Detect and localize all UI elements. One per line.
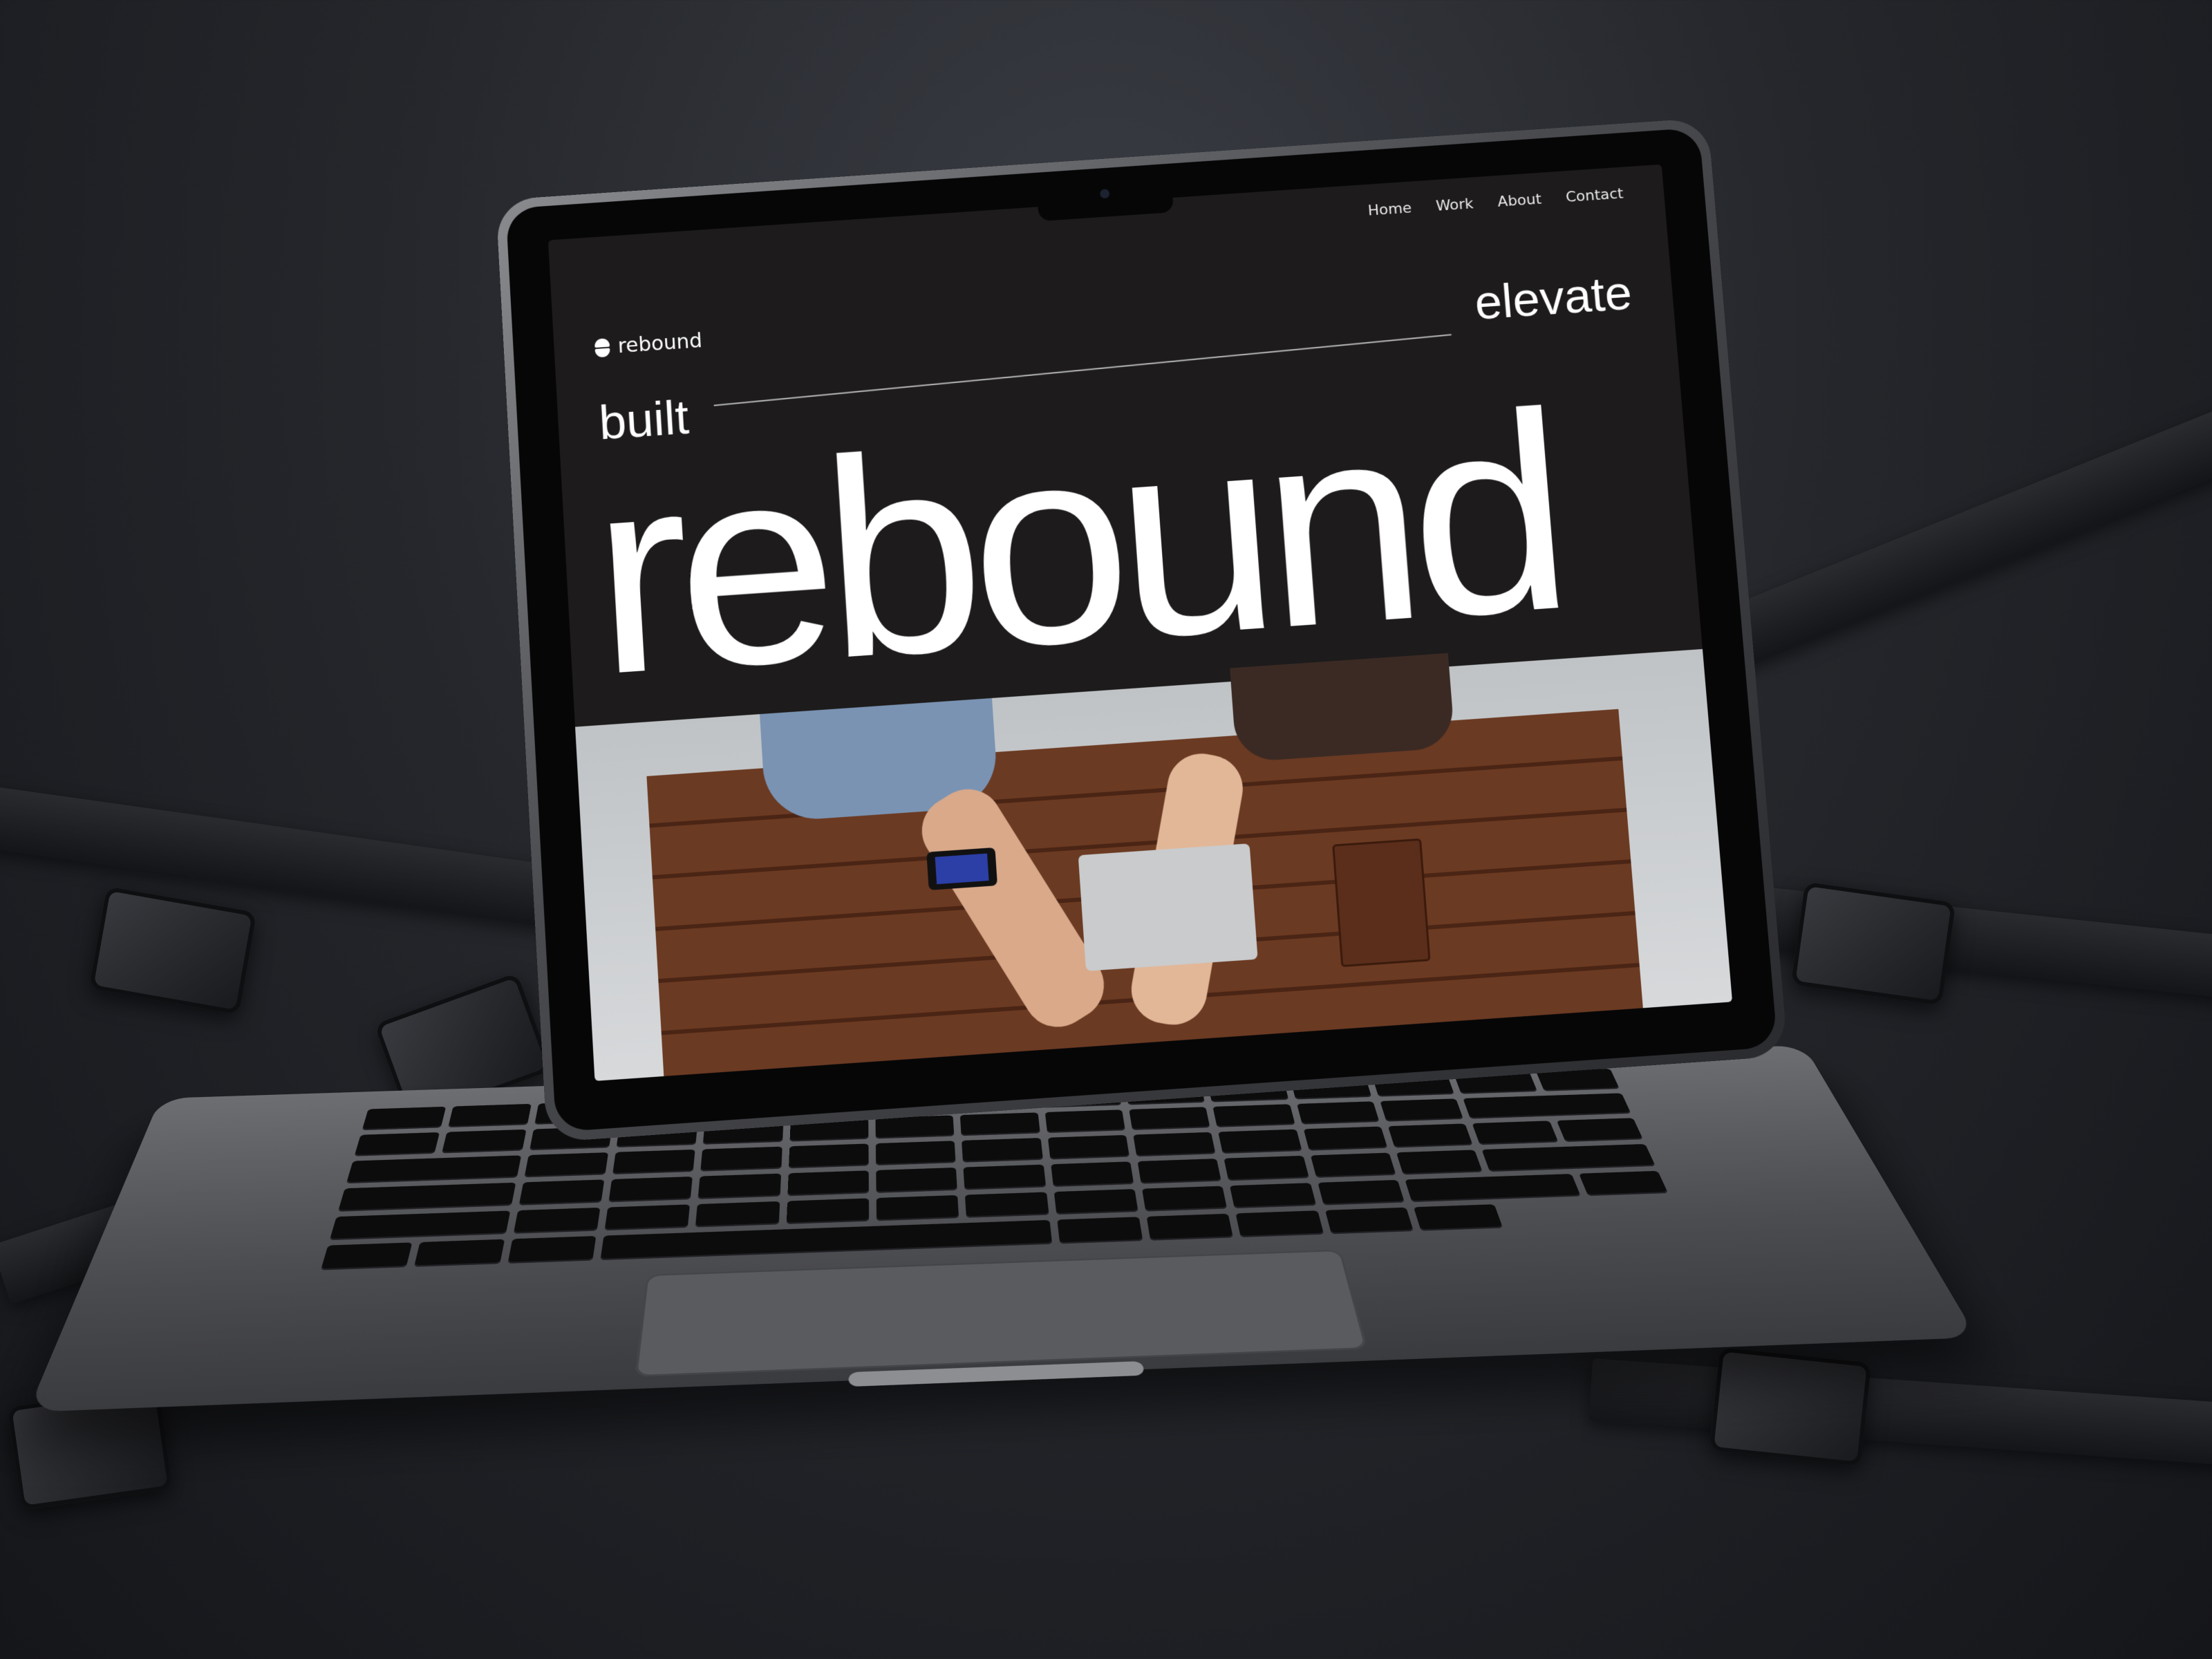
key bbox=[1224, 1155, 1309, 1181]
key bbox=[788, 1143, 869, 1169]
key bbox=[507, 1236, 597, 1264]
key bbox=[518, 1179, 605, 1206]
brand-name: rebound bbox=[617, 329, 703, 359]
key bbox=[695, 1201, 780, 1228]
key bbox=[448, 1103, 532, 1127]
strap-buckle-left-1 bbox=[88, 886, 257, 1015]
camera-icon bbox=[1099, 189, 1110, 199]
key bbox=[346, 1155, 521, 1184]
key bbox=[1047, 1135, 1130, 1160]
key bbox=[1044, 1109, 1125, 1134]
key bbox=[965, 1192, 1049, 1218]
key bbox=[513, 1207, 601, 1235]
key bbox=[962, 1138, 1043, 1163]
key bbox=[787, 1170, 869, 1197]
screen-bezel: Home Work About Contact rebound elevate … bbox=[505, 127, 1778, 1132]
key bbox=[612, 1150, 695, 1175]
key bbox=[1317, 1179, 1405, 1206]
strap-right-lower bbox=[1588, 1358, 2212, 1469]
key bbox=[1405, 1173, 1581, 1203]
key bbox=[604, 1204, 691, 1231]
key bbox=[876, 1194, 959, 1221]
key bbox=[1556, 1118, 1643, 1143]
laptop-lid: Home Work About Contact rebound elevate … bbox=[496, 118, 1788, 1143]
key bbox=[1218, 1129, 1302, 1154]
key bbox=[1481, 1143, 1656, 1172]
key bbox=[608, 1176, 693, 1203]
key bbox=[337, 1182, 516, 1212]
key bbox=[1133, 1132, 1216, 1157]
site-logo[interactable]: rebound bbox=[594, 329, 703, 359]
rebound-logo-icon bbox=[594, 338, 610, 357]
key bbox=[963, 1164, 1046, 1190]
key bbox=[1463, 1093, 1631, 1119]
key bbox=[354, 1132, 440, 1156]
key bbox=[700, 1146, 782, 1172]
key bbox=[362, 1106, 447, 1130]
key bbox=[1053, 1188, 1138, 1215]
key bbox=[1380, 1098, 1464, 1122]
strap-left-upper bbox=[0, 786, 610, 935]
key bbox=[876, 1167, 958, 1193]
key bbox=[320, 1242, 413, 1271]
laptop-lid-frame: Home Work About Contact rebound elevate … bbox=[496, 118, 1788, 1143]
key bbox=[875, 1141, 956, 1166]
person-right bbox=[1230, 653, 1456, 763]
phone-on-table bbox=[926, 847, 998, 890]
key bbox=[697, 1173, 781, 1199]
laptop-on-table bbox=[1078, 843, 1258, 971]
key bbox=[1212, 1104, 1295, 1128]
key bbox=[329, 1210, 511, 1241]
website-screen: Home Work About Contact rebound elevate … bbox=[547, 164, 1733, 1081]
key bbox=[1303, 1126, 1388, 1151]
key bbox=[1413, 1204, 1503, 1231]
key bbox=[1050, 1161, 1134, 1187]
key bbox=[1056, 1217, 1143, 1244]
key bbox=[1310, 1152, 1396, 1178]
key bbox=[1472, 1121, 1559, 1145]
headline-word-right: elevate bbox=[1472, 266, 1634, 330]
strap-buckle-right-2 bbox=[1709, 1347, 1872, 1467]
trackpad bbox=[635, 1249, 1368, 1377]
key bbox=[1129, 1107, 1210, 1131]
key bbox=[1230, 1182, 1316, 1209]
key bbox=[1296, 1101, 1380, 1125]
key bbox=[1235, 1210, 1324, 1238]
key bbox=[960, 1112, 1040, 1136]
nav-home-link[interactable]: Home bbox=[1367, 200, 1412, 219]
key bbox=[524, 1152, 609, 1178]
notebook-on-table bbox=[1332, 838, 1431, 968]
key bbox=[1137, 1159, 1222, 1184]
key bbox=[1141, 1185, 1228, 1212]
key bbox=[1387, 1123, 1473, 1148]
product-mockup-scene: Home Work About Contact rebound elevate … bbox=[0, 0, 2212, 1659]
key bbox=[786, 1198, 870, 1225]
nav-work-link[interactable]: Work bbox=[1435, 196, 1474, 214]
strap-right-upper bbox=[1704, 383, 2212, 675]
site-nav: Home Work About Contact bbox=[1367, 185, 1624, 219]
strap-buckle-right-1 bbox=[1790, 881, 1956, 1006]
key bbox=[442, 1129, 527, 1154]
key bbox=[1324, 1207, 1414, 1235]
nav-about-link[interactable]: About bbox=[1497, 191, 1542, 210]
key bbox=[414, 1239, 505, 1267]
key bbox=[1146, 1213, 1234, 1241]
nav-contact-link[interactable]: Contact bbox=[1565, 185, 1624, 205]
key bbox=[1578, 1170, 1669, 1197]
key bbox=[1396, 1150, 1483, 1175]
